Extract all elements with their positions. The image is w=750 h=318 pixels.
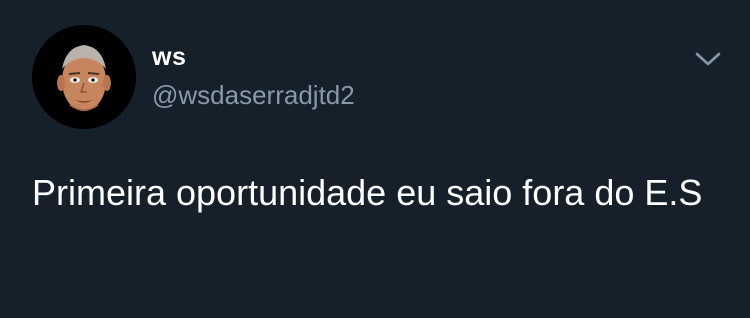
avatar[interactable] (32, 25, 136, 129)
tweet-card[interactable]: ws @wsdaserradjtd2 Primeira oportunidade… (0, 0, 750, 318)
chevron-down-icon (695, 52, 721, 66)
tweet-menu-button[interactable] (690, 44, 726, 74)
author-display-name[interactable]: ws (152, 42, 186, 72)
avatar-image (32, 25, 136, 129)
author-handle[interactable]: @wsdaserradjtd2 (152, 79, 355, 111)
tweet-text: Primeira oportunidade eu saio fora do E.… (32, 172, 703, 213)
